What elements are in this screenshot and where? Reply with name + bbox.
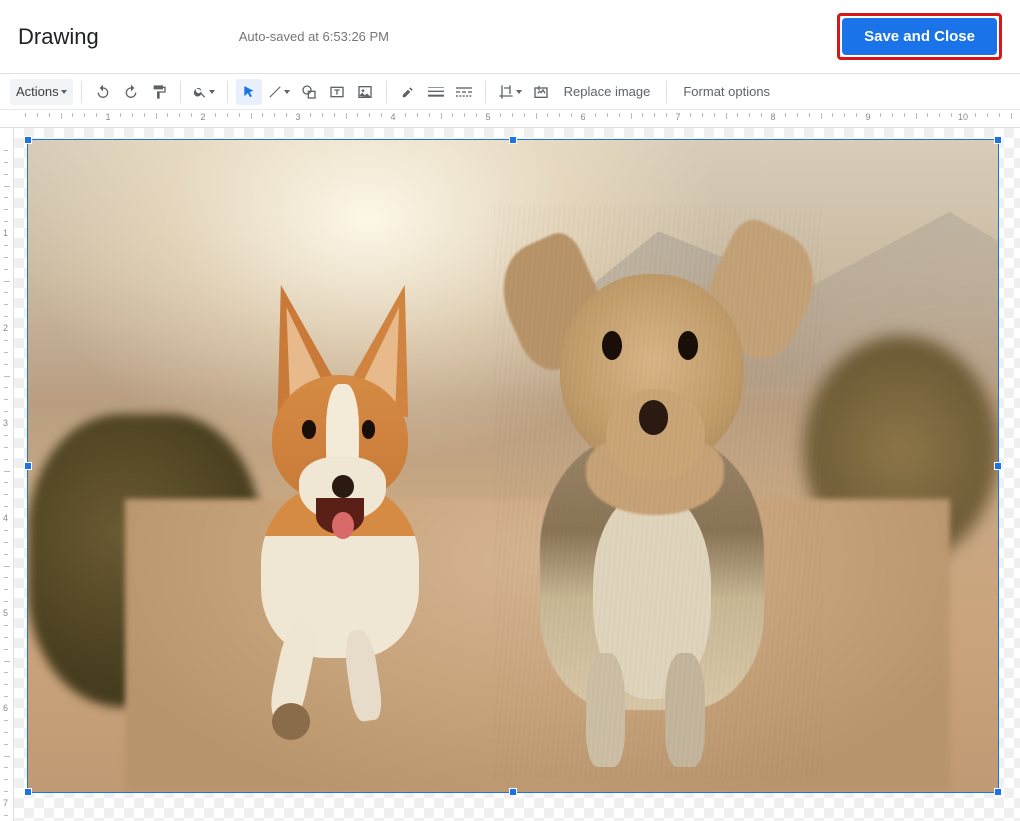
- save-and-close-button[interactable]: Save and Close: [842, 18, 997, 55]
- zoom-menu[interactable]: [189, 79, 219, 105]
- replace-image-button[interactable]: Replace image: [556, 84, 659, 99]
- caret-down-icon: [61, 90, 67, 94]
- highlight-annotation: Save and Close: [837, 13, 1002, 60]
- selected-image[interactable]: [28, 140, 998, 792]
- textbox-tool[interactable]: [324, 79, 350, 105]
- resize-handle-bottom-left[interactable]: [24, 788, 32, 796]
- crop-tool[interactable]: [494, 79, 526, 105]
- border-color-button[interactable]: [395, 79, 421, 105]
- caret-down-icon: [284, 90, 290, 94]
- selection-border: [28, 140, 998, 792]
- dialog-title: Drawing: [18, 24, 99, 50]
- actions-label: Actions: [16, 84, 59, 99]
- reset-image-button[interactable]: [528, 79, 554, 105]
- resize-handle-bottom-right[interactable]: [994, 788, 1002, 796]
- vertical-ruler: 1234567: [0, 128, 14, 821]
- redo-button[interactable]: [118, 79, 144, 105]
- actions-menu[interactable]: Actions: [10, 79, 73, 105]
- resize-handle-top-left[interactable]: [24, 136, 32, 144]
- paint-format-button[interactable]: [146, 79, 172, 105]
- resize-handle-top-right[interactable]: [994, 136, 1002, 144]
- separator: [666, 81, 667, 103]
- format-options-button[interactable]: Format options: [675, 84, 778, 99]
- caret-down-icon: [209, 90, 215, 94]
- separator: [485, 81, 486, 103]
- border-dash-button[interactable]: [451, 79, 477, 105]
- dialog-header: Drawing Auto-saved at 6:53:26 PM Save an…: [0, 0, 1020, 74]
- select-tool[interactable]: [236, 79, 262, 105]
- image-tool[interactable]: [352, 79, 378, 105]
- autosave-status: Auto-saved at 6:53:26 PM: [239, 29, 389, 44]
- shape-tool[interactable]: [296, 79, 322, 105]
- undo-button[interactable]: [90, 79, 116, 105]
- resize-handle-middle-left[interactable]: [24, 462, 32, 470]
- border-weight-button[interactable]: [423, 79, 449, 105]
- separator: [227, 81, 228, 103]
- separator: [81, 81, 82, 103]
- resize-handle-top-middle[interactable]: [509, 136, 517, 144]
- resize-handle-middle-right[interactable]: [994, 462, 1002, 470]
- caret-down-icon: [516, 90, 522, 94]
- resize-handle-bottom-middle[interactable]: [509, 788, 517, 796]
- toolbar: Actions Replace image Format options: [0, 74, 1020, 110]
- horizontal-ruler: 12345678910: [0, 110, 1020, 128]
- separator: [386, 81, 387, 103]
- line-tool[interactable]: [264, 79, 294, 105]
- separator: [180, 81, 181, 103]
